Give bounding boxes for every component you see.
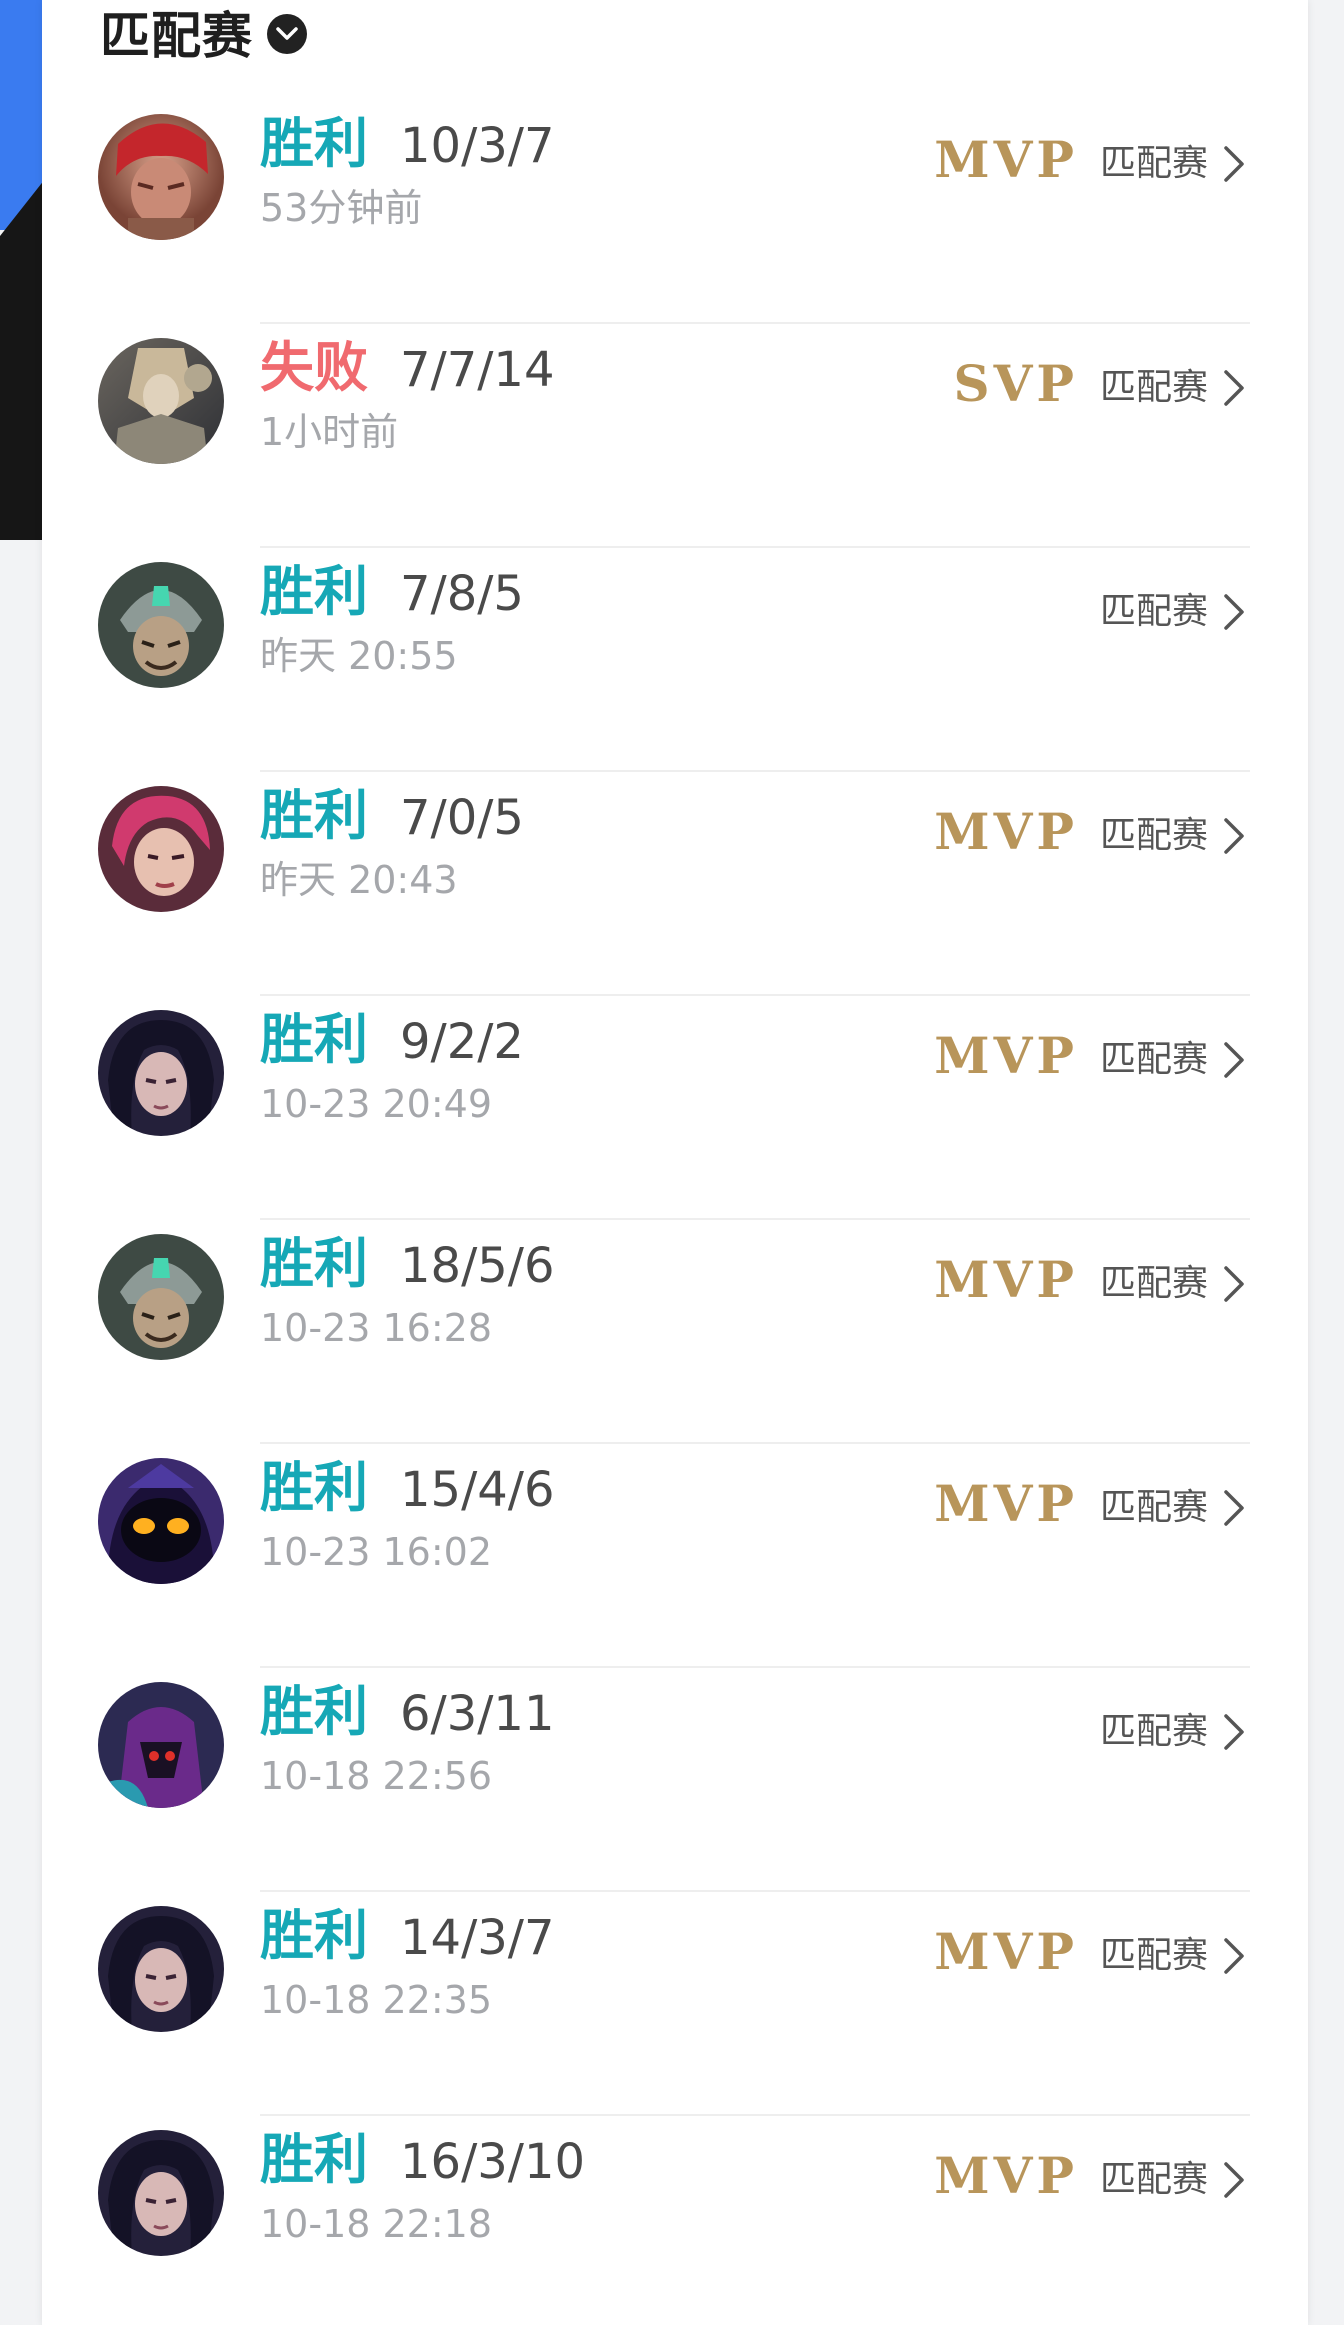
chevron-right-icon[interactable] [1220,1484,1250,1532]
chevron-right-icon[interactable] [1220,2156,1250,2204]
match-mode: 匹配赛 [1099,1935,1208,1976]
match-kda: 10/3/7 [400,118,555,174]
match-row[interactable]: 胜利 9/2/2 10-23 20:49 MVP 匹配赛 [42,996,1308,1220]
match-badge: MVP [934,1250,1078,1309]
match-result: 胜利 [260,1904,368,1967]
match-row[interactable]: 胜利 7/0/5 昨天 20:43 MVP 匹配赛 [42,772,1308,996]
match-result: 胜利 [260,2128,368,2191]
champion-avatar [98,562,224,688]
match-mode: 匹配赛 [1099,1487,1208,1528]
match-kda: 7/8/5 [400,566,524,622]
chevron-right-icon[interactable] [1220,812,1250,860]
match-kda: 16/3/10 [400,2134,586,2190]
match-kda: 9/2/2 [400,1014,524,1070]
match-kda: 15/4/6 [400,1462,555,1518]
chevron-right-icon[interactable] [1220,140,1250,188]
champion-avatar [98,1458,224,1584]
match-time: 10-23 16:02 [260,1530,493,1574]
match-time: 10-23 16:28 [260,1306,493,1350]
match-row[interactable]: 胜利 7/8/5 昨天 20:55 匹配赛 [42,548,1308,772]
match-row[interactable]: 胜利 16/3/10 10-18 22:18 MVP 匹配赛 [42,2116,1308,2325]
champion-avatar [98,1682,224,1808]
match-time: 53分钟前 [260,186,423,230]
match-row[interactable]: 胜利 15/4/6 10-23 16:02 MVP 匹配赛 [42,1444,1308,1668]
match-badge: MVP [934,2146,1078,2205]
match-mode: 匹配赛 [1099,143,1208,184]
match-time: 1小时前 [260,410,399,454]
match-result: 胜利 [260,1680,368,1743]
match-mode: 匹配赛 [1099,1711,1208,1752]
match-kda: 7/0/5 [400,790,524,846]
match-result: 胜利 [260,1232,368,1295]
chevron-right-icon[interactable] [1220,1708,1250,1756]
chevron-right-icon[interactable] [1220,1932,1250,1980]
match-history-card: 匹配赛 胜利 10/3/7 53分钟前 MVP 匹配赛 失败 7/7/14 1小时前 SVP 匹配… [42,0,1308,2325]
match-result: 失败 [260,336,368,399]
champion-avatar [98,114,224,240]
match-time: 昨天 20:43 [260,858,458,902]
match-result: 胜利 [260,560,368,623]
match-result: 胜利 [260,112,368,175]
chevron-right-icon[interactable] [1220,1260,1250,1308]
match-kda: 18/5/6 [400,1238,555,1294]
match-mode: 匹配赛 [1099,1263,1208,1304]
mode-filter-label: 匹配赛 [100,7,253,65]
chevron-right-icon[interactable] [1220,588,1250,636]
chevron-right-icon[interactable] [1220,364,1250,412]
match-list: 胜利 10/3/7 53分钟前 MVP 匹配赛 失败 7/7/14 1小时前 SVP 匹配赛 胜利 7… [42,100,1308,2325]
champion-avatar [98,2130,224,2256]
match-result: 胜利 [260,784,368,847]
match-row[interactable]: 胜利 10/3/7 53分钟前 MVP 匹配赛 [42,100,1308,324]
match-mode: 匹配赛 [1099,815,1208,856]
match-time: 10-18 22:18 [260,2202,493,2246]
champion-avatar [98,786,224,912]
champion-avatar [98,338,224,464]
match-row[interactable]: 失败 7/7/14 1小时前 SVP 匹配赛 [42,324,1308,548]
match-kda: 7/7/14 [400,342,555,398]
match-row[interactable]: 胜利 18/5/6 10-23 16:28 MVP 匹配赛 [42,1220,1308,1444]
match-badge: MVP [934,1474,1078,1533]
match-badge: MVP [934,130,1078,189]
match-row[interactable]: 胜利 14/3/7 10-18 22:35 MVP 匹配赛 [42,1892,1308,2116]
match-badge: MVP [934,802,1078,861]
match-badge: MVP [934,1922,1078,1981]
match-time: 10-18 22:56 [260,1754,493,1798]
champion-avatar [98,1234,224,1360]
chevron-right-icon[interactable] [1220,1036,1250,1084]
mode-filter[interactable]: 匹配赛 [100,0,307,65]
match-result: 胜利 [260,1008,368,1071]
champion-avatar [98,1906,224,2032]
match-mode: 匹配赛 [1099,2159,1208,2200]
match-mode: 匹配赛 [1099,591,1208,632]
match-mode: 匹配赛 [1099,1039,1208,1080]
match-badge: MVP [934,1026,1078,1085]
match-kda: 6/3/11 [400,1686,555,1742]
match-row[interactable]: 胜利 6/3/11 10-18 22:56 匹配赛 [42,1668,1308,1892]
champion-avatar [98,1010,224,1136]
match-time: 昨天 20:55 [260,634,458,678]
match-time: 10-18 22:35 [260,1978,493,2022]
match-mode: 匹配赛 [1099,367,1208,408]
match-badge: SVP [953,354,1078,413]
match-result: 胜利 [260,1456,368,1519]
page: 匹配赛 胜利 10/3/7 53分钟前 MVP 匹配赛 失败 7/7/14 1小时前 SVP 匹配… [0,0,1344,2325]
chevron-down-icon[interactable] [267,14,307,54]
match-time: 10-23 20:49 [260,1082,493,1126]
match-kda: 14/3/7 [400,1910,555,1966]
